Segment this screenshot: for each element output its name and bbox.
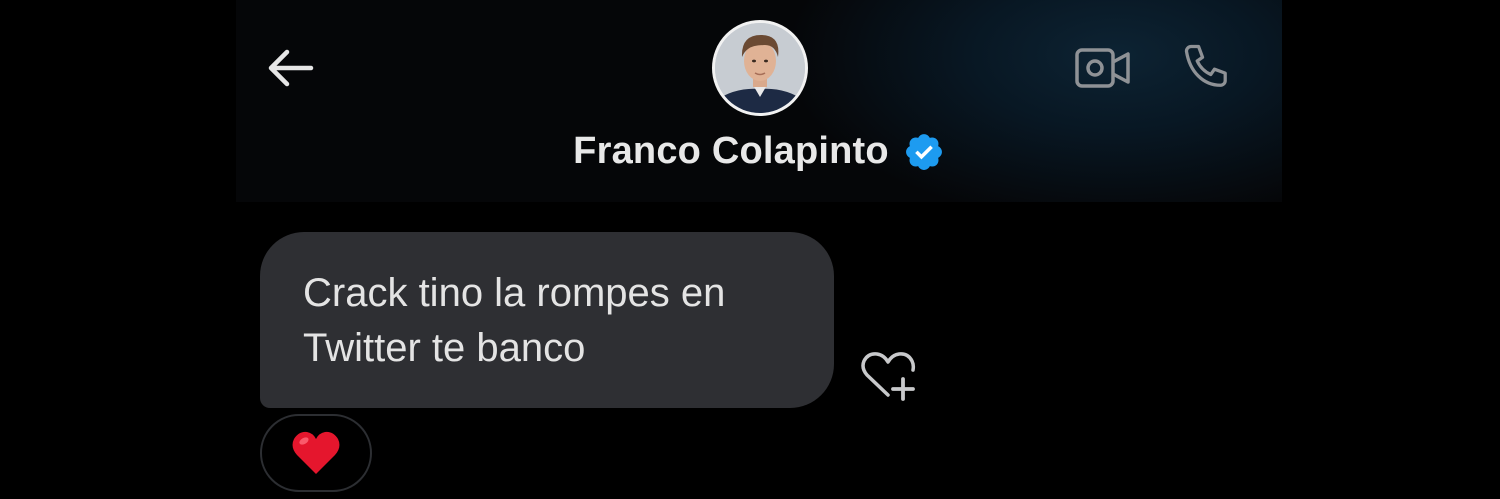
avatar[interactable] bbox=[712, 20, 808, 116]
video-call-button[interactable] bbox=[1072, 40, 1134, 96]
heart-plus-icon bbox=[861, 352, 916, 401]
message-text: Crack tino la rompes en Twitter te banco bbox=[303, 266, 794, 376]
header-title: Franco Colapinto bbox=[236, 130, 1282, 173]
verified-badge-icon bbox=[903, 131, 945, 173]
message-bubble[interactable]: Crack tino la rompes en Twitter te banco bbox=[260, 232, 834, 408]
contact-name[interactable]: Franco Colapinto bbox=[573, 130, 889, 173]
reaction-pill[interactable] bbox=[260, 414, 372, 492]
message-line: Crack tino la rompes en bbox=[303, 271, 726, 315]
back-button[interactable] bbox=[260, 40, 320, 96]
conversation-header: Franco Colapinto bbox=[236, 0, 1282, 202]
arrow-left-icon bbox=[268, 49, 314, 87]
video-camera-icon bbox=[1075, 48, 1130, 88]
heart-emoji bbox=[292, 431, 340, 474]
add-reaction-button[interactable] bbox=[858, 348, 918, 404]
profile-photo bbox=[715, 23, 805, 113]
dm-conversation-screen: Franco Colapinto Crack tino la rompes en… bbox=[0, 0, 1500, 499]
message-line: Twitter te banco bbox=[303, 326, 586, 370]
voice-call-button[interactable] bbox=[1176, 38, 1238, 98]
phone-icon bbox=[1184, 44, 1227, 87]
